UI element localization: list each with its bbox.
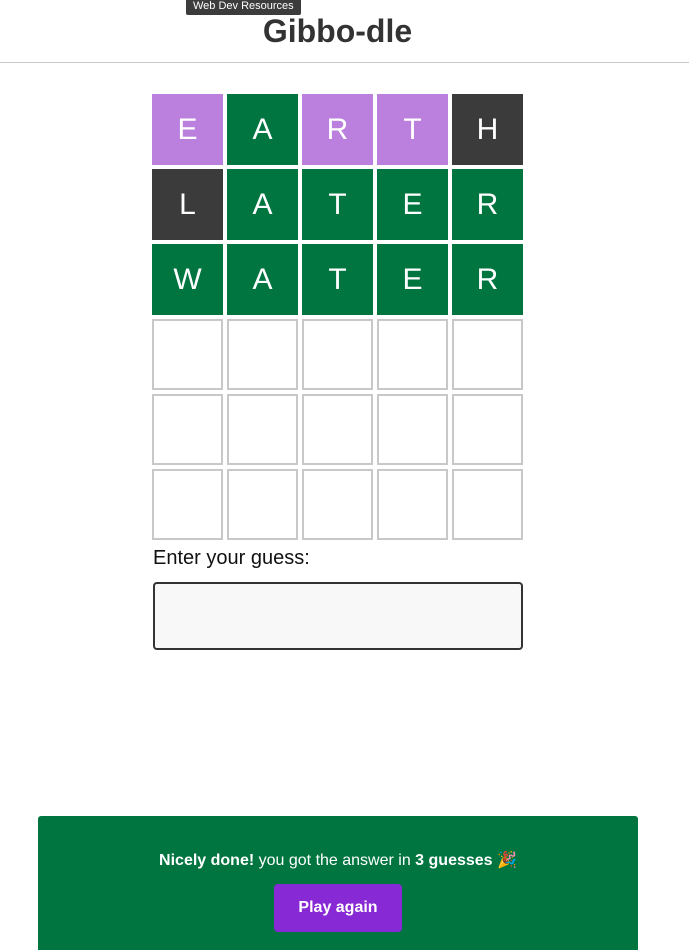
- tile: [302, 394, 373, 465]
- tile: A: [227, 94, 298, 165]
- tile: T: [302, 169, 373, 240]
- tile: [452, 319, 523, 390]
- tile: [152, 469, 223, 540]
- tile: [302, 319, 373, 390]
- header: Gibbo-dle: [0, 0, 689, 63]
- tile: [152, 394, 223, 465]
- tile: [227, 394, 298, 465]
- tile: [227, 469, 298, 540]
- party-popper-icon: 🎉: [497, 852, 517, 869]
- tile: L: [152, 169, 223, 240]
- guess-input[interactable]: [153, 582, 523, 650]
- tile: [377, 469, 448, 540]
- tile: T: [302, 244, 373, 315]
- tile: E: [377, 244, 448, 315]
- tile: [452, 469, 523, 540]
- tile: R: [302, 94, 373, 165]
- success-banner: Nicely done! you got the answer in 3 gue…: [38, 816, 638, 950]
- tile: E: [152, 94, 223, 165]
- tile: A: [227, 169, 298, 240]
- tile: R: [452, 244, 523, 315]
- tile: [452, 394, 523, 465]
- tile: W: [152, 244, 223, 315]
- tile: E: [377, 169, 448, 240]
- tile: T: [377, 94, 448, 165]
- guess-label: Enter your guess:: [153, 547, 310, 569]
- play-again-button[interactable]: Play again: [274, 884, 402, 932]
- success-message: Nicely done! you got the answer in 3 gue…: [38, 850, 638, 870]
- game-board: EARTHLATERWATER: [152, 94, 523, 540]
- tile: [302, 469, 373, 540]
- tile: [152, 319, 223, 390]
- tile: R: [452, 169, 523, 240]
- tile: [227, 319, 298, 390]
- success-prefix: Nicely done!: [159, 852, 255, 869]
- success-middle: you got the answer in: [254, 852, 416, 869]
- tile: H: [452, 94, 523, 165]
- tile: A: [227, 244, 298, 315]
- tile: [377, 319, 448, 390]
- page-title: Gibbo-dle: [262, 13, 413, 49]
- tile: [377, 394, 448, 465]
- guess-count: 3 guesses: [415, 852, 493, 869]
